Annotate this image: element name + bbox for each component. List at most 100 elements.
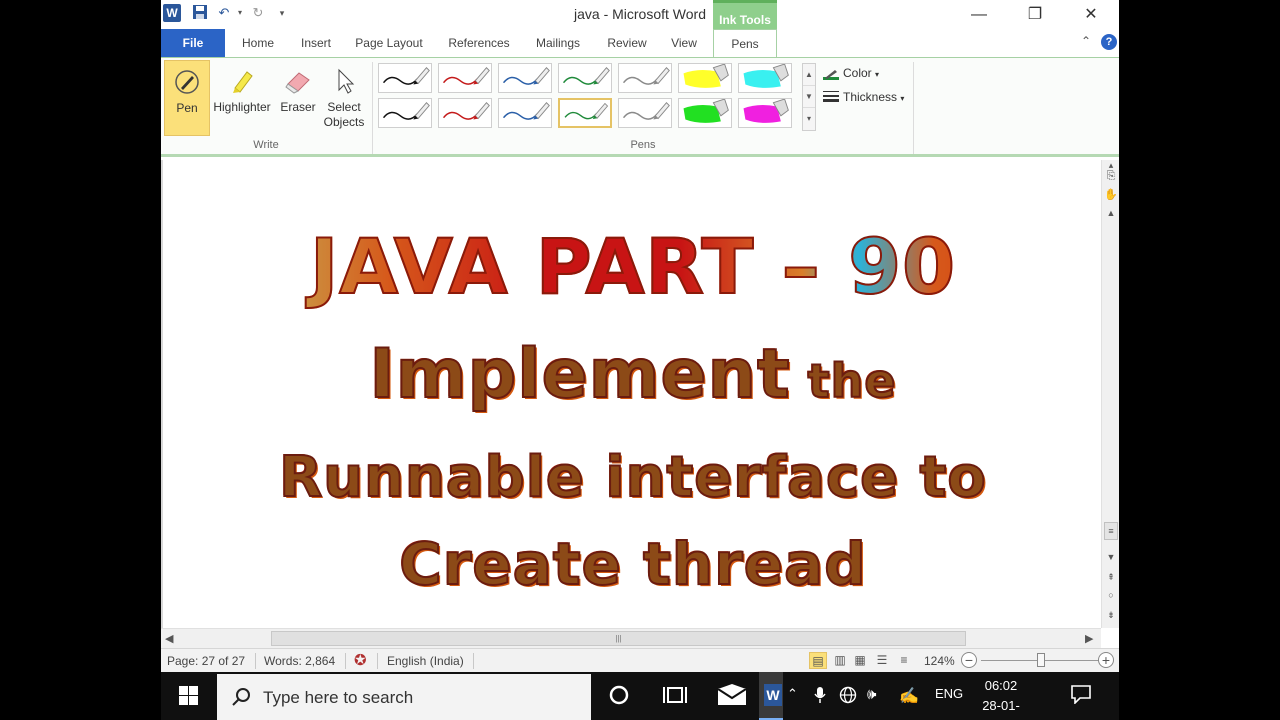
word-app-icon[interactable]: W	[163, 4, 181, 22]
help-icon[interactable]: ?	[1101, 34, 1117, 50]
gallery-more-icon[interactable]: ▾	[803, 108, 815, 130]
language[interactable]: English (India)	[387, 654, 464, 668]
zoom-out-button[interactable]: −	[961, 652, 977, 668]
heading-line-4: Create thread	[398, 529, 867, 599]
pen-swatch[interactable]	[498, 98, 552, 128]
scroll-right-icon[interactable]: ▶	[1085, 632, 1093, 645]
customize-qat-icon[interactable]: ▾	[273, 4, 291, 22]
status-divider	[473, 653, 474, 669]
gallery-down-icon[interactable]: ▼	[803, 86, 815, 108]
tab-insert[interactable]: Insert	[291, 29, 341, 57]
tab-references[interactable]: References	[443, 29, 515, 57]
outline-icon[interactable]: ☰	[873, 652, 891, 669]
task-view-icon[interactable]	[663, 684, 687, 708]
pen-icon	[172, 67, 202, 97]
heading-the: the	[790, 353, 897, 409]
objects-label: Objects	[323, 115, 365, 129]
undo-dropdown-icon[interactable]: ▾	[231, 4, 249, 22]
cortana-icon[interactable]	[607, 684, 631, 708]
zoom-slider-thumb[interactable]	[1037, 653, 1045, 667]
start-button[interactable]	[161, 672, 215, 720]
volume-icon[interactable]: 🕪	[867, 686, 876, 703]
pen-swatch[interactable]	[438, 63, 492, 93]
pen-swatch[interactable]	[738, 63, 792, 93]
pen-workspace-icon[interactable]: ✍	[899, 686, 919, 706]
input-language[interactable]: ENG	[935, 686, 963, 701]
tab-home[interactable]: Home	[231, 29, 285, 57]
network-globe-icon[interactable]	[839, 686, 857, 707]
thickness-icon	[823, 90, 839, 105]
draft-icon[interactable]: ≡	[895, 652, 913, 669]
tab-pens[interactable]: Pens	[713, 29, 777, 57]
print-layout-icon[interactable]: ▤	[809, 652, 827, 669]
pen-swatch[interactable]	[558, 98, 612, 128]
search-icon	[232, 688, 250, 706]
page-count[interactable]: Page: 27 of 27	[167, 654, 245, 668]
pen-swatch[interactable]	[678, 98, 732, 128]
tab-review[interactable]: Review	[601, 29, 653, 57]
pen-button[interactable]: Pen	[164, 60, 210, 136]
browse-object-icon[interactable]: ○	[1102, 590, 1119, 600]
pen-swatch[interactable]	[678, 63, 732, 93]
web-layout-icon[interactable]: ▦	[851, 652, 869, 669]
tab-view[interactable]: View	[663, 29, 705, 57]
thickness-dropdown[interactable]: Thickness ▾	[823, 90, 904, 105]
vertical-scroll-thumb[interactable]: ≡	[1104, 522, 1118, 540]
clock[interactable]: 06:02 28-01-2025	[969, 676, 1033, 720]
select-objects-button[interactable]: Select Objects	[321, 60, 367, 140]
heading-line-1: JAVA PART – 90	[163, 221, 1101, 312]
microphone-icon[interactable]	[813, 686, 827, 707]
status-bar: Page: 27 of 27 Words: 2,864 ✪ English (I…	[161, 648, 1119, 672]
pen-swatch[interactable]	[378, 98, 432, 128]
zoom-level[interactable]: 124%	[924, 654, 955, 668]
pen-swatch[interactable]	[618, 63, 672, 93]
next-page-icon[interactable]: ⇟	[1102, 610, 1119, 621]
document-page[interactable]: JAVA PART – 90 Implement the Runnable in…	[161, 160, 1101, 628]
tab-mailings[interactable]: Mailings	[529, 29, 587, 57]
word-taskbar-button[interactable]: W	[759, 672, 783, 720]
ribbon-tabs: File Home Insert Page Layout References …	[161, 29, 1119, 57]
word-window: W ↶ ▾ ↻ ▾ java - Microsoft Word Ink Tool…	[161, 0, 1119, 720]
pen-swatch[interactable]	[618, 98, 672, 128]
word-taskbar-icon: W	[764, 684, 782, 706]
zoom-in-button[interactable]: +	[1098, 652, 1114, 668]
minimize-ribbon-icon[interactable]: ⌃	[1081, 34, 1091, 48]
ruler-icon[interactable]: ⎘	[1102, 170, 1119, 183]
word-count[interactable]: Words: 2,864	[264, 654, 335, 668]
color-label: Color	[843, 66, 872, 80]
scroll-left-icon[interactable]: ◀	[165, 632, 173, 645]
tab-file[interactable]: File	[161, 29, 225, 57]
hand-icon[interactable]: ✋	[1102, 188, 1119, 201]
highlighter-icon	[227, 66, 257, 96]
status-divider	[377, 653, 378, 669]
scroll-down-arrow-icon[interactable]: ▼	[1102, 552, 1119, 562]
horizontal-scroll-thumb[interactable]: |||	[271, 631, 966, 646]
redo-icon[interactable]: ↻	[249, 4, 267, 22]
tray-expand-icon[interactable]: ⌃	[787, 686, 798, 702]
pen-swatch[interactable]	[378, 63, 432, 93]
mail-icon[interactable]	[717, 684, 747, 708]
save-icon[interactable]	[191, 4, 209, 22]
pen-swatch[interactable]	[738, 98, 792, 128]
scroll-up-arrow-icon[interactable]: ▲	[1102, 208, 1119, 218]
eraser-button[interactable]: Eraser	[275, 60, 321, 136]
highlighter-button[interactable]: Highlighter	[211, 60, 273, 136]
previous-page-icon[interactable]: ⇞	[1102, 572, 1119, 583]
close-button[interactable]: ✕	[1073, 4, 1109, 26]
status-divider	[345, 653, 346, 669]
minimize-button[interactable]: —	[961, 4, 997, 26]
color-dropdown[interactable]: Color ▾	[823, 66, 879, 80]
pen-swatch[interactable]	[498, 63, 552, 93]
notifications-icon[interactable]	[1069, 684, 1093, 708]
gallery-up-icon[interactable]: ▲	[803, 64, 815, 86]
horizontal-scrollbar[interactable]: ◀ ||| ▶	[161, 628, 1101, 648]
pen-swatch[interactable]	[438, 98, 492, 128]
proofing-icon[interactable]: ✪	[354, 651, 367, 669]
taskbar-search-box[interactable]: Type here to search	[217, 674, 591, 720]
heading-implement: Implement	[368, 334, 791, 415]
restore-button[interactable]: ❐	[1017, 4, 1053, 26]
tab-page-layout[interactable]: Page Layout	[351, 29, 427, 57]
vertical-scrollbar[interactable]: ▴ ⎘ ✋ ▲ ≡ ▼ ⇞ ○ ⇟	[1101, 160, 1119, 628]
pen-swatch[interactable]	[558, 63, 612, 93]
full-screen-reading-icon[interactable]: ▥	[831, 652, 849, 669]
